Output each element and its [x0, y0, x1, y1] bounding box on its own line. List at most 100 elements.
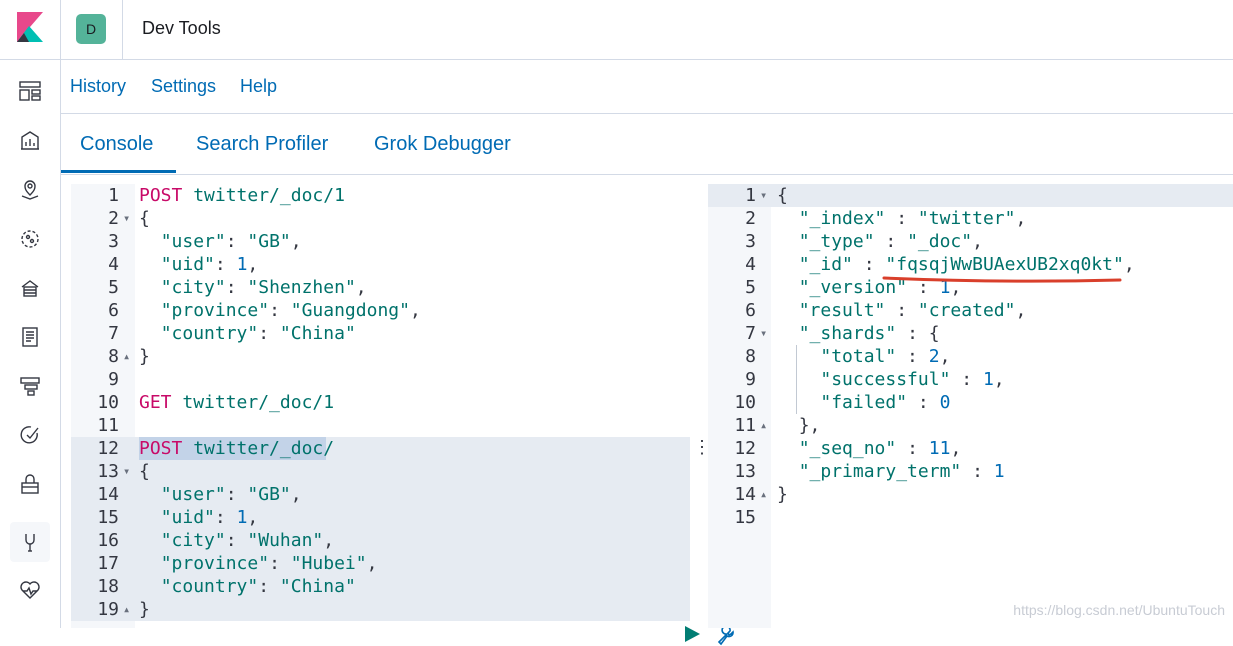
line-number: 14	[734, 484, 756, 505]
fold-toggle-icon[interactable]: ▴	[123, 598, 130, 621]
code-text: "failed" : 0	[820, 392, 951, 413]
line-number: 11	[734, 415, 756, 436]
code-text: "uid": 1,	[160, 507, 259, 528]
line-number: 15	[97, 507, 119, 528]
line-number: 13	[97, 461, 119, 482]
request-editor[interactable]: 1 POST twitter/_doc/1 2 ▾{3 "user": "GB", 4 …	[71, 184, 734, 646]
kibana-logo[interactable]	[0, 0, 61, 59]
line-number: 8	[745, 346, 756, 367]
code-text: }	[777, 484, 788, 505]
line-number: 10	[97, 392, 119, 413]
line-number: 4	[108, 254, 119, 275]
line-number: 17	[97, 553, 119, 574]
line-number: 5	[745, 277, 756, 298]
code-text: "city": "Wuhan",	[160, 530, 335, 551]
line-number: 16	[97, 530, 119, 551]
code-text: "country": "China"	[160, 576, 356, 597]
tab-bar: Console Search Profiler Grok Debugger	[61, 114, 1233, 175]
dashboard-icon[interactable]	[10, 71, 50, 111]
fold-toggle-icon[interactable]: ▾	[123, 460, 130, 483]
line-number: 3	[108, 231, 119, 252]
code-text: "_shards" : {	[798, 323, 940, 344]
line-number: 10	[734, 392, 756, 413]
line-number: 14	[97, 484, 119, 505]
ml-icon[interactable]	[10, 219, 50, 259]
header-divider	[122, 0, 123, 59]
app-header: D Dev Tools	[0, 0, 1233, 60]
code-text: "city": "Shenzhen",	[160, 277, 367, 298]
fold-toggle-icon[interactable]: ▾	[760, 322, 767, 345]
space-avatar[interactable]: D	[76, 14, 106, 44]
code-text: "user": "GB",	[160, 231, 302, 252]
fold-toggle-icon[interactable]: ▴	[760, 483, 767, 506]
top-menu: History Settings Help	[61, 60, 1233, 114]
annotation-underline	[882, 276, 1122, 283]
page-title: Dev Tools	[142, 18, 221, 38]
history-link[interactable]: History	[70, 76, 126, 97]
line-number: 4	[745, 254, 756, 275]
code-text: "successful" : 1,	[820, 369, 1005, 390]
fold-toggle-icon[interactable]: ▾	[760, 184, 767, 207]
code-text: "total" : 2,	[820, 346, 951, 367]
code-text: "_primary_term" : 1	[798, 461, 1005, 482]
code-text: {	[139, 461, 150, 482]
line-number: 7	[745, 323, 756, 344]
settings-link[interactable]: Settings	[151, 76, 216, 97]
fold-toggle-icon[interactable]: ▴	[760, 414, 767, 437]
maps-icon[interactable]	[10, 170, 50, 210]
tab-grok-debugger[interactable]: Grok Debugger	[374, 133, 511, 156]
code-text: GET twitter/_doc/1	[139, 392, 335, 413]
line-number: 1	[108, 185, 119, 206]
infrastructure-icon[interactable]	[10, 268, 50, 308]
dev-tools-icon[interactable]	[10, 522, 50, 562]
response-editor[interactable]: 1 ▾{2 "_index" : "twitter", 3 "_type" : "_…	[708, 184, 1233, 628]
line-number: 2	[745, 208, 756, 229]
code-text: POST twitter/_doc/	[139, 438, 335, 459]
monitoring-icon[interactable]	[10, 570, 50, 610]
code-text: "_index" : "twitter",	[798, 208, 1027, 229]
code-text: {	[139, 208, 150, 229]
code-text: },	[798, 415, 821, 436]
line-number: 1	[745, 185, 756, 206]
tab-console[interactable]: Console	[80, 133, 153, 156]
code-text: {	[777, 185, 788, 206]
fold-toggle-icon[interactable]: ▾	[123, 207, 130, 230]
active-tab-indicator	[61, 170, 176, 173]
line-number: 5	[108, 277, 119, 298]
line-number: 6	[108, 300, 119, 321]
line-number: 12	[97, 438, 119, 459]
code-text: "result" : "created",	[798, 300, 1027, 321]
help-link[interactable]: Help	[240, 76, 277, 97]
code-text: "user": "GB",	[160, 484, 302, 505]
watermark: https://blog.csdn.net/UbuntuTouch	[1013, 602, 1225, 618]
line-number: 15	[734, 507, 756, 528]
code-text: "_type" : "_doc",	[798, 231, 983, 252]
pane-resizer[interactable]: ⋮	[693, 436, 711, 460]
line-number: 18	[97, 576, 119, 597]
kibana-logo-icon	[17, 12, 43, 42]
line-number: 6	[745, 300, 756, 321]
code-text: "uid": 1,	[160, 254, 259, 275]
code-text: POST twitter/_doc/1	[139, 185, 345, 206]
fold-toggle-icon[interactable]: ▴	[123, 345, 130, 368]
side-nav	[0, 60, 61, 628]
line-number: 9	[108, 369, 119, 390]
visualize-icon[interactable]	[10, 120, 50, 160]
siem-icon[interactable]	[10, 464, 50, 504]
code-text: "_id" : "fqsqjWwBUAexUB2xq0kt",	[798, 254, 1135, 275]
code-text: }	[139, 599, 150, 620]
line-number: 2	[108, 208, 119, 229]
tab-search-profiler[interactable]: Search Profiler	[196, 133, 328, 156]
logs-icon[interactable]	[10, 317, 50, 357]
code-text: "country": "China"	[160, 323, 356, 344]
code-text: "_seq_no" : 11,	[798, 438, 962, 459]
uptime-icon[interactable]	[10, 415, 50, 455]
line-number: 9	[745, 369, 756, 390]
code-text: }	[139, 346, 150, 367]
line-number: 7	[108, 323, 119, 344]
code-text: "province": "Guangdong",	[160, 300, 421, 321]
apm-icon[interactable]	[10, 366, 50, 406]
line-number: 13	[734, 461, 756, 482]
line-number: 11	[97, 415, 119, 436]
line-number: 3	[745, 231, 756, 252]
